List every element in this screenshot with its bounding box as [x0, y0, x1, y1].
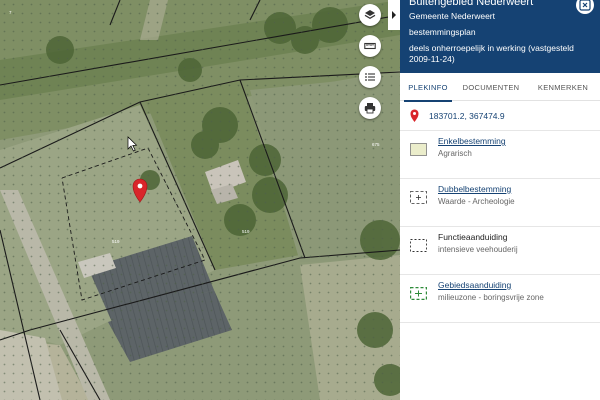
dubbelbestemming-value: Waarde - Archeologie	[438, 197, 515, 206]
plan-title: Buitengebied Nederweert	[409, 0, 534, 8]
coordinates-row: 183701.2, 367474.9	[400, 101, 600, 131]
list-item: Enkelbestemming Agrarisch	[400, 131, 600, 179]
ruler-icon	[364, 42, 376, 50]
list-item: Functieaanduiding intensieve veehouderij	[400, 227, 600, 275]
grid-close-icon	[579, 0, 591, 11]
municipality-label: Gemeente Nederweert	[409, 11, 495, 21]
panel-header: Buitengebied Nederweert Gemeente Nederwe…	[400, 0, 600, 73]
tab-plekinfo[interactable]: PLEKINFO	[400, 73, 456, 102]
measure-button[interactable]	[359, 35, 381, 57]
legend-button[interactable]	[359, 66, 381, 88]
panel-tabs: PLEKINFO DOCUMENTEN KENMERKEN	[400, 73, 600, 102]
print-button[interactable]	[359, 97, 381, 119]
aerial-photo: 675 519 519 7	[0, 0, 400, 400]
plan-type-label: bestemmingsplan	[409, 27, 476, 37]
gebiedsaanduiding-value: milieuzone - boringsvrije zone	[438, 293, 544, 302]
enkelbestemming-swatch-icon	[410, 143, 427, 156]
info-panel: Buitengebied Nederweert Gemeente Nederwe…	[400, 0, 600, 400]
map-toolbar	[359, 4, 381, 128]
chevron-right-icon	[392, 11, 396, 19]
enkelbestemming-value: Agrarisch	[438, 149, 472, 158]
dubbelbestemming-link[interactable]: Dubbelbestemming	[438, 184, 515, 195]
functieaanduiding-icon	[410, 239, 427, 252]
list-item: Gebiedsaanduiding milieuzone - boringsvr…	[400, 275, 600, 323]
plan-status-label: deels onherroepelijk in werking (vastges…	[409, 43, 574, 64]
parcel-label: 519	[112, 239, 120, 244]
tab-kenmerken[interactable]: KENMERKEN	[526, 73, 600, 101]
gebiedsaanduiding-link[interactable]: Gebiedsaanduiding	[438, 280, 544, 291]
functieaanduiding-value: intensieve veehouderij	[438, 245, 518, 254]
parcel-label: 675	[372, 142, 380, 147]
list-icon	[365, 73, 375, 81]
list-item: Dubbelbestemming Waarde - Archeologie	[400, 179, 600, 227]
parcel-label: 519	[242, 229, 250, 234]
print-icon	[364, 103, 376, 114]
dubbelbestemming-icon	[410, 191, 427, 204]
layers-icon	[364, 10, 376, 19]
enkelbestemming-link[interactable]: Enkelbestemming	[438, 136, 506, 147]
collapse-panel-button[interactable]	[388, 0, 400, 30]
layers-button[interactable]	[359, 4, 381, 26]
map-pin-icon	[410, 109, 419, 122]
gebiedsaanduiding-icon	[410, 287, 427, 300]
coordinates-link[interactable]: 183701.2, 367474.9	[429, 111, 505, 121]
map-view[interactable]: 675 519 519 7	[0, 0, 400, 400]
tab-documenten[interactable]: DOCUMENTEN	[456, 73, 526, 101]
functieaanduiding-label: Functieaanduiding	[438, 232, 508, 242]
